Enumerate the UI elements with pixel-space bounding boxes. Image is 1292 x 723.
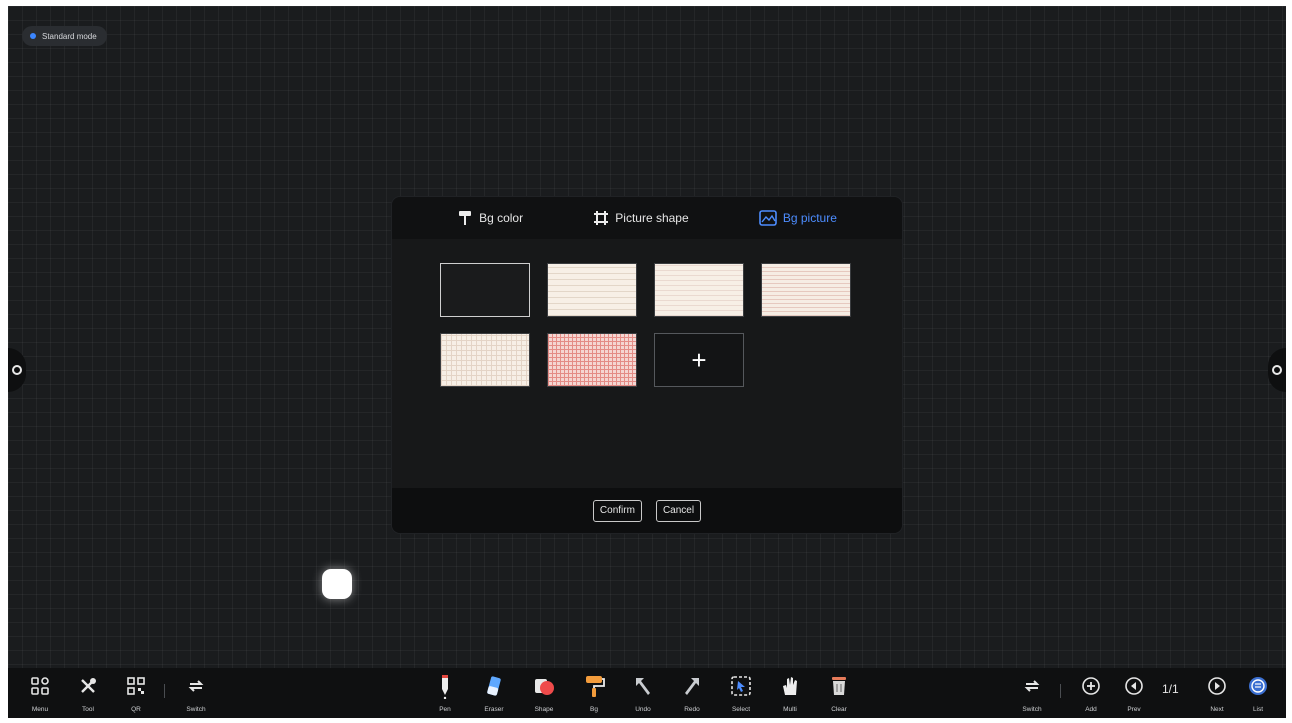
toolbar-select-label: Select bbox=[731, 706, 751, 713]
toolbar-undo-button[interactable]: Undo bbox=[623, 672, 663, 716]
tab-bg-picture[interactable]: Bg picture bbox=[759, 210, 837, 226]
whiteboard-canvas[interactable]: Standard mode Bg color Picture shape Bg … bbox=[8, 6, 1286, 718]
prev-circle-icon bbox=[1125, 677, 1143, 695]
toolbar-multi-label: Multi bbox=[783, 706, 797, 713]
toolbar-list-button[interactable]: List bbox=[1238, 672, 1278, 716]
toolbar-shape-label: Shape bbox=[534, 706, 554, 713]
toolbar-menu-label: Menu bbox=[31, 706, 49, 713]
toolbar-pen-button[interactable]: Pen bbox=[425, 672, 465, 716]
toolbar-switch-button-left[interactable]: Switch bbox=[176, 672, 216, 716]
toolbar-bg-label: Bg bbox=[590, 706, 598, 713]
toolbar-multi-button[interactable]: Multi bbox=[770, 672, 810, 716]
toolbar-bg-button[interactable]: Bg bbox=[574, 672, 614, 716]
tab-bg-color[interactable]: Bg color bbox=[457, 210, 523, 226]
image-icon bbox=[759, 210, 777, 226]
list-circle-icon bbox=[1249, 677, 1267, 695]
paint-roller-icon bbox=[459, 211, 472, 225]
toolbar-prev-label: Prev bbox=[1127, 706, 1141, 713]
multi-touch-icon bbox=[783, 677, 797, 695]
toolbar-switch-label: Switch bbox=[186, 706, 206, 713]
toolbar-list-label: List bbox=[1252, 706, 1264, 713]
toolbar-undo-label: Undo bbox=[635, 706, 651, 713]
switch-icon bbox=[188, 680, 204, 692]
circle-handle-icon bbox=[1272, 365, 1282, 375]
toolbar-divider bbox=[1060, 684, 1061, 698]
trash-icon bbox=[832, 677, 846, 695]
mode-label: Standard mode bbox=[42, 31, 97, 41]
dialog-footer: Confirm Cancel bbox=[392, 488, 902, 533]
toolbar-eraser-label: Eraser bbox=[484, 706, 504, 713]
toolbar-add-label: Add bbox=[1085, 706, 1097, 713]
tab-picture-shape-label: Picture shape bbox=[615, 211, 689, 225]
select-icon bbox=[731, 676, 751, 696]
bg-thumb-beige-lined-red[interactable] bbox=[761, 263, 851, 317]
bg-thumb-beige-lined-fine[interactable] bbox=[654, 263, 744, 317]
cancel-button[interactable]: Cancel bbox=[655, 499, 702, 522]
shape-icon bbox=[535, 679, 554, 695]
mode-dot-icon bbox=[30, 33, 36, 39]
qr-code-icon bbox=[127, 677, 145, 695]
toolbar-clear-label: Clear bbox=[831, 706, 847, 713]
toolbar-divider bbox=[164, 684, 165, 698]
page-indicator: 1/1 bbox=[1162, 682, 1179, 696]
switch-icon bbox=[1024, 680, 1040, 692]
background-dialog: Bg color Picture shape Bg picture + Conf… bbox=[392, 197, 902, 533]
paint-roller-icon bbox=[586, 676, 605, 697]
bg-thumb-beige-lined[interactable] bbox=[547, 263, 637, 317]
bg-thumb-beige-grid[interactable] bbox=[440, 333, 530, 387]
bg-thumb-pink-grid[interactable] bbox=[547, 333, 637, 387]
toolbar-shape-button[interactable]: Shape bbox=[524, 672, 564, 716]
confirm-button[interactable]: Confirm bbox=[592, 499, 642, 522]
toolbar-switch-right-label: Switch bbox=[1022, 706, 1042, 713]
dialog-tabs: Bg color Picture shape Bg picture bbox=[392, 197, 902, 239]
toolbar-tool-label: Tool bbox=[82, 706, 94, 713]
eraser-icon bbox=[487, 676, 501, 696]
bottom-toolbar: Menu Tool QR Switch Pen Eraser Shape Bg … bbox=[8, 668, 1286, 718]
pen-icon bbox=[442, 675, 448, 699]
toolbar-eraser-button[interactable]: Eraser bbox=[474, 672, 514, 716]
toolbar-tool-button[interactable]: Tool bbox=[68, 672, 108, 716]
toolbar-prev-page-button[interactable]: Prev bbox=[1114, 672, 1154, 716]
toolbar-qr-button[interactable]: QR bbox=[116, 672, 156, 716]
toolbar-redo-label: Redo bbox=[684, 706, 700, 713]
floating-assistive-button[interactable] bbox=[322, 569, 352, 599]
toolbar-qr-label: QR bbox=[131, 706, 141, 713]
tab-picture-shape[interactable]: Picture shape bbox=[593, 210, 689, 226]
toolbar-next-label: Next bbox=[1210, 706, 1224, 713]
next-circle-icon bbox=[1208, 677, 1226, 695]
undo-icon bbox=[636, 678, 650, 695]
toolbar-clear-button[interactable]: Clear bbox=[819, 672, 859, 716]
crop-frame-icon bbox=[594, 211, 609, 225]
right-side-handle[interactable] bbox=[1268, 348, 1286, 392]
menu-grid-icon bbox=[31, 677, 49, 695]
tools-icon bbox=[81, 678, 96, 693]
toolbar-pen-label: Pen bbox=[439, 706, 451, 713]
toolbar-add-page-button[interactable]: Add bbox=[1071, 672, 1111, 716]
bg-thumb-dark-plain[interactable] bbox=[440, 263, 530, 317]
toolbar-menu-button[interactable]: Menu bbox=[20, 672, 60, 716]
toolbar-switch-button-right[interactable]: Switch bbox=[1012, 672, 1052, 716]
circle-handle-icon bbox=[12, 365, 22, 375]
tab-bg-picture-label: Bg picture bbox=[782, 211, 837, 225]
toolbar-select-button[interactable]: Select bbox=[721, 672, 761, 716]
left-side-handle[interactable] bbox=[8, 348, 26, 392]
tab-bg-color-label: Bg color bbox=[479, 211, 524, 225]
plus-icon: + bbox=[691, 345, 707, 375]
redo-icon bbox=[685, 678, 699, 695]
background-thumbnail-grid: + bbox=[440, 263, 856, 387]
toolbar-next-page-button[interactable]: Next bbox=[1197, 672, 1237, 716]
mode-indicator[interactable]: Standard mode bbox=[22, 26, 107, 46]
toolbar-redo-button[interactable]: Redo bbox=[672, 672, 712, 716]
add-background-button[interactable]: + bbox=[654, 333, 744, 387]
plus-circle-icon bbox=[1082, 677, 1100, 695]
